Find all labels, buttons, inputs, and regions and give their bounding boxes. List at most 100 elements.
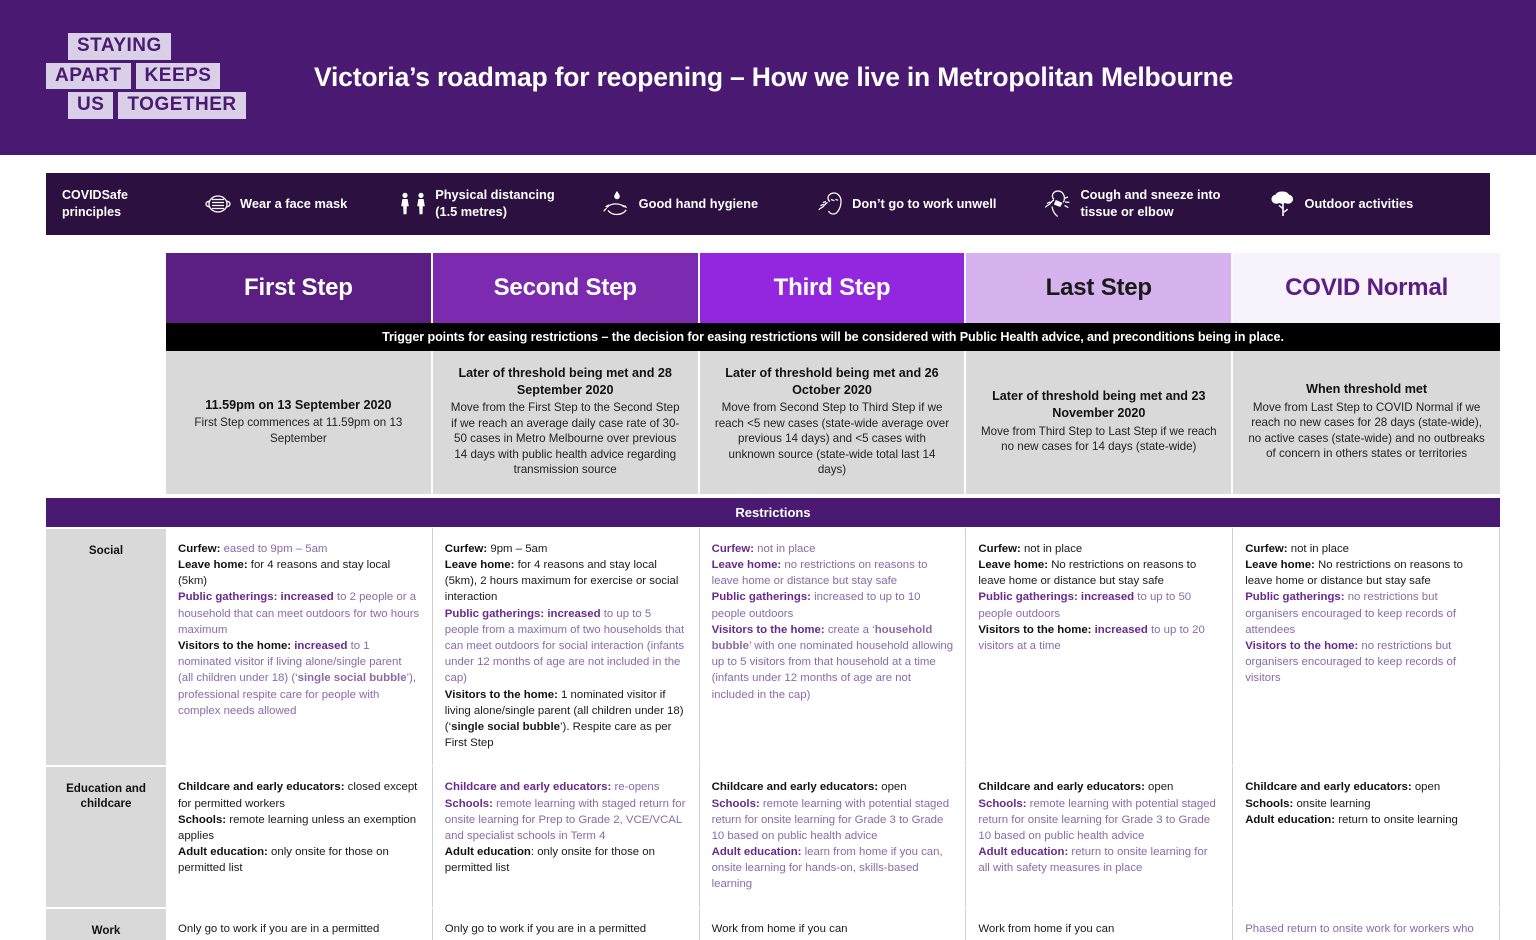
restriction-item-key: Visitors to the home: [978, 623, 1092, 636]
restriction-item-key: Leave home: [711, 559, 782, 572]
restriction-item-value: return to onsite learning [1335, 813, 1458, 826]
restriction-item-emphasis: increased [1091, 623, 1148, 636]
principle-cough-and-sneeze: Cough and sneeze into tissue or elbow [1036, 187, 1221, 220]
restriction-item-key: Childcare and early educators: [444, 781, 612, 794]
principle-label: Don’t go to work unwell [852, 195, 997, 211]
restriction-item-value: onsite learning [1293, 797, 1371, 810]
hand-hygiene-icon [595, 190, 639, 218]
restriction-item: Phased return to onsite work for workers… [1245, 921, 1487, 940]
trigger-cell: 11.59pm on 13 September 2020 First Step c… [166, 351, 433, 494]
restriction-item: Schools: remote learning unless an exemp… [178, 812, 420, 844]
restriction-item-key: Curfew: [444, 542, 488, 555]
restriction-item: Work from home if you can [712, 921, 954, 937]
grid-corner-blank-2 [46, 323, 166, 351]
trigger-title: When threshold met [1306, 382, 1428, 397]
restriction-item: Leave home: for 4 reasons and stay local… [445, 557, 687, 606]
restriction-item: Adult education: learn from home if you … [712, 844, 954, 893]
restriction-item-emphasis: increased [1077, 591, 1135, 604]
restriction-item-emphasis: increased [277, 591, 334, 604]
restriction-item-key: Leave home: [978, 559, 1049, 572]
page-title: Victoria’s roadmap for reopening – How w… [314, 62, 1234, 92]
principle-label: Cough and sneeze into tissue or elbow [1080, 187, 1221, 219]
restriction-item-key: Leave home: [444, 559, 515, 572]
restriction-item: Curfew: not in place [1245, 541, 1487, 557]
roadmap-page: STAYING APART KEEPS US TOGETHER Victoria… [0, 0, 1536, 940]
restriction-item: Schools: onsite learning [1245, 796, 1487, 812]
principle-dont-go-to-work-unwell: Don’t go to work unwell [808, 190, 996, 218]
trigger-cell: Later of threshold being met and 23 Nove… [966, 351, 1234, 494]
step-header-first-step[interactable]: First Step [166, 253, 433, 323]
trigger-cell: Later of threshold being met and 28 Sept… [432, 351, 700, 494]
step-header-covid-normal[interactable]: COVID Normal [1233, 253, 1500, 323]
principle-label: Wear a face mask [240, 195, 348, 211]
restriction-cell: Curfew: eased to 9pm – 5am Leave home: fo… [166, 526, 433, 766]
restriction-item: Leave home: No restrictions on reasons t… [978, 557, 1220, 589]
step-header-third-step[interactable]: Third Step [699, 253, 967, 323]
restriction-item: Public gatherings: no restrictions but o… [1245, 589, 1487, 638]
restriction-item: Adult education: return to onsite learni… [1245, 812, 1487, 828]
trigger-title: Later of threshold being met and 28 Sept… [458, 366, 672, 397]
restriction-cell: Childcare and early educators: closed ex… [166, 765, 433, 907]
restriction-item-value: open [1144, 781, 1174, 794]
tree-outdoor-icon [1261, 190, 1305, 218]
restriction-item-key: Leave home: [1245, 559, 1315, 572]
principle-outdoor-activities: Outdoor activities [1261, 190, 1413, 218]
restriction-item-key: Visitors to the home: [711, 623, 825, 636]
restriction-item: Only go to work if you are in a permitte… [445, 921, 687, 940]
restriction-item-key: Public gatherings: [978, 591, 1078, 604]
restriction-item: Public gatherings: increased to up to 5 … [445, 606, 687, 687]
restriction-item-key: Visitors to the home: [1245, 640, 1359, 652]
covidsafe-bar-wrap: COVIDSafe principles Wear a face mask Ph… [0, 155, 1536, 235]
restriction-item-key: Childcare and early educators: [178, 781, 345, 794]
restriction-item-key: Public gatherings: [444, 607, 545, 620]
restriction-item: Public gatherings: increased to up to 50… [978, 589, 1220, 621]
restriction-item: Curfew: eased to 9pm – 5am [178, 541, 420, 557]
restriction-item: Visitors to the home: 1 nominated visito… [445, 687, 687, 752]
restriction-item-key: Schools: [978, 797, 1027, 810]
restriction-item-value: open [1411, 781, 1441, 794]
restriction-item-key: Visitors to the home: [444, 688, 558, 701]
restriction-item: Visitors to the home: increased to 1 nom… [178, 638, 420, 719]
restriction-item-key: Curfew: [978, 542, 1021, 555]
step-header-last-step[interactable]: Last Step [966, 253, 1234, 323]
trigger-title: Later of threshold being met and 23 Nove… [992, 389, 1206, 420]
trigger-cell: Later of threshold being met and 26 Octo… [699, 351, 967, 494]
restrictions-banner: Restrictions [46, 497, 1500, 527]
trigger-body: Move from Last Step to COVID Normal if w… [1248, 400, 1485, 461]
restriction-cell: Curfew: 9pm – 5am Leave home: for 4 reaso… [432, 526, 700, 766]
restriction-cell: Phased return to onsite work for workers… [1233, 906, 1500, 940]
restriction-item-key: Childcare and early educators: [978, 781, 1145, 794]
restriction-item-value: re-opens [611, 781, 660, 794]
restriction-item-emphasis: increased [291, 640, 348, 652]
logo-word-keeps: KEEPS [135, 62, 221, 90]
restriction-item-key: Adult education: [178, 846, 268, 859]
restriction-item: Curfew: not in place [712, 541, 954, 557]
restriction-item-key: Childcare and early educators: [1245, 781, 1412, 794]
restriction-item: Schools: remote learning with potential … [712, 796, 954, 845]
restriction-item: Childcare and early educators: open [1245, 779, 1487, 795]
restriction-item-key: Curfew: [1245, 542, 1288, 555]
restriction-item-value: Phased return to onsite work for workers… [1245, 922, 1474, 940]
restriction-item-key: Leave home: [178, 559, 248, 572]
trigger-title: Later of threshold being met and 26 Octo… [725, 366, 939, 397]
restriction-item: Visitors to the home: create a ‘househol… [712, 622, 954, 703]
restriction-item: Childcare and early educators: open [978, 779, 1220, 795]
restriction-item-key: Adult education [444, 846, 531, 859]
logo-word-us: US [68, 92, 114, 120]
restriction-item: Childcare and early educators: re-opens [445, 779, 687, 795]
trigger-body: First Step commences at 11.59pm on 13 Se… [194, 416, 403, 445]
restriction-cell: Curfew: not in place Leave home: No restr… [1233, 526, 1500, 766]
restriction-item: Childcare and early educators: closed ex… [178, 779, 420, 811]
trigger-title: 11.59pm on 13 September 2020 [205, 397, 392, 412]
step-header-second-step[interactable]: Second Step [432, 253, 700, 323]
principle-physical-distancing: Physical distancing (1.5 metres) [391, 187, 555, 220]
restriction-item-key: Public gatherings: [178, 591, 278, 604]
restriction-cell: Childcare and early educators: re-opens S… [432, 765, 700, 907]
restriction-item: Childcare and early educators: open [712, 779, 954, 795]
restriction-item-key: Adult education: [1245, 813, 1336, 826]
restriction-item-key: Public gatherings: [711, 591, 811, 604]
restriction-item-value: not in place [754, 542, 816, 555]
restriction-item: Work from home if you can [978, 921, 1220, 937]
principle-wear-a-face-mask: Wear a face mask [196, 194, 347, 214]
restriction-item-value: Only go to work if you are in a permitte… [178, 922, 380, 940]
